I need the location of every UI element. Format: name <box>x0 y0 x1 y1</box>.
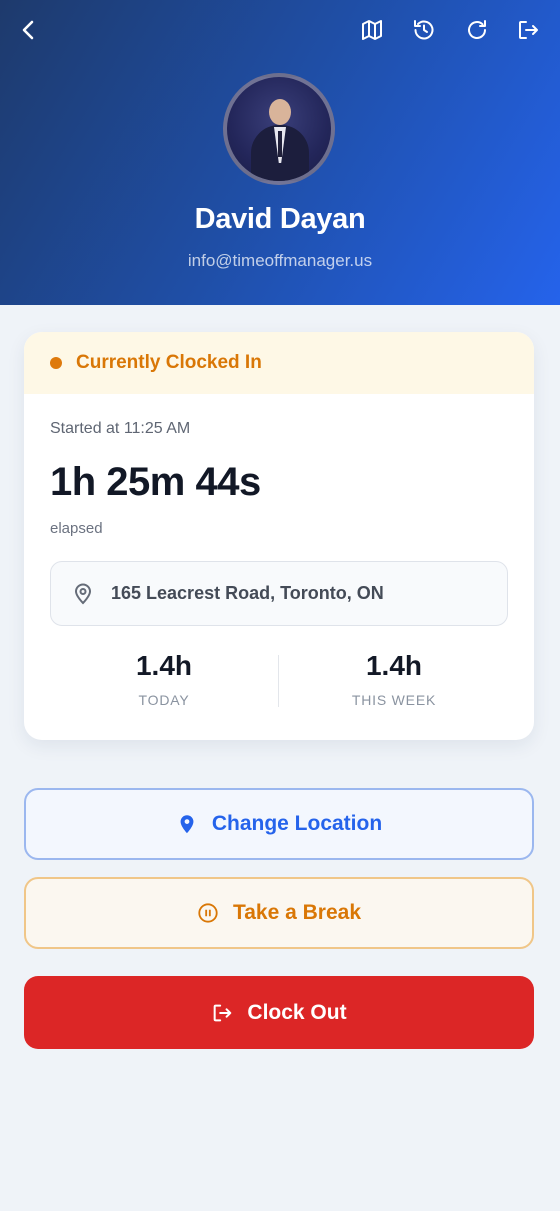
status-label: Currently Clocked In <box>76 352 262 373</box>
clock-status-card: Currently Clocked In Started at 11:25 AM… <box>24 332 534 740</box>
stat-label: TODAY <box>138 692 190 708</box>
start-time: Started at 11:25 AM <box>50 420 191 437</box>
user-email: info@timeoffmanager.us <box>187 251 373 270</box>
change-location-label: Change Location <box>211 812 383 835</box>
back-button[interactable] <box>11 12 47 48</box>
status-dot-icon <box>50 357 62 369</box>
elapsed-time: 1h 25m 44s <box>50 460 261 504</box>
stat-value: 1.4h <box>365 650 423 681</box>
elapsed-label: elapsed <box>50 520 103 537</box>
current-location: 165 Leacrest Road, Toronto, ON <box>50 561 508 626</box>
logout-icon <box>214 1004 232 1021</box>
take-break-label: Take a Break <box>232 901 362 924</box>
stat-today: 1.4h TODAY <box>49 650 279 708</box>
profile-header: David Dayan info@timeoffmanager.us <box>0 0 560 305</box>
clock-out-label: Clock Out <box>247 1000 347 1024</box>
map-button[interactable] <box>354 12 390 48</box>
logout-button[interactable] <box>510 12 546 48</box>
map-icon <box>362 20 382 40</box>
clock-out-button[interactable]: Clock Out <box>24 976 534 1049</box>
avatar <box>223 73 335 185</box>
user-name: David Dayan <box>194 203 366 235</box>
stat-label: THIS WEEK <box>351 692 437 708</box>
take-break-button[interactable]: Take a Break <box>24 877 534 949</box>
refresh-icon <box>468 20 486 39</box>
map-pin-icon <box>74 583 92 604</box>
stat-this-week: 1.4h THIS WEEK <box>279 650 509 708</box>
location-pin-icon <box>180 815 194 834</box>
stat-value: 1.4h <box>135 650 193 681</box>
status-banner: Currently Clocked In <box>24 332 534 394</box>
history-icon <box>414 20 434 40</box>
refresh-button[interactable] <box>459 12 495 48</box>
history-button[interactable] <box>406 12 442 48</box>
location-address: 165 Leacrest Road, Toronto, ON <box>111 583 384 603</box>
chevron-left-icon <box>22 20 34 40</box>
change-location-button[interactable]: Change Location <box>24 788 534 860</box>
pause-circle-icon <box>198 903 218 923</box>
logout-icon <box>519 21 538 39</box>
